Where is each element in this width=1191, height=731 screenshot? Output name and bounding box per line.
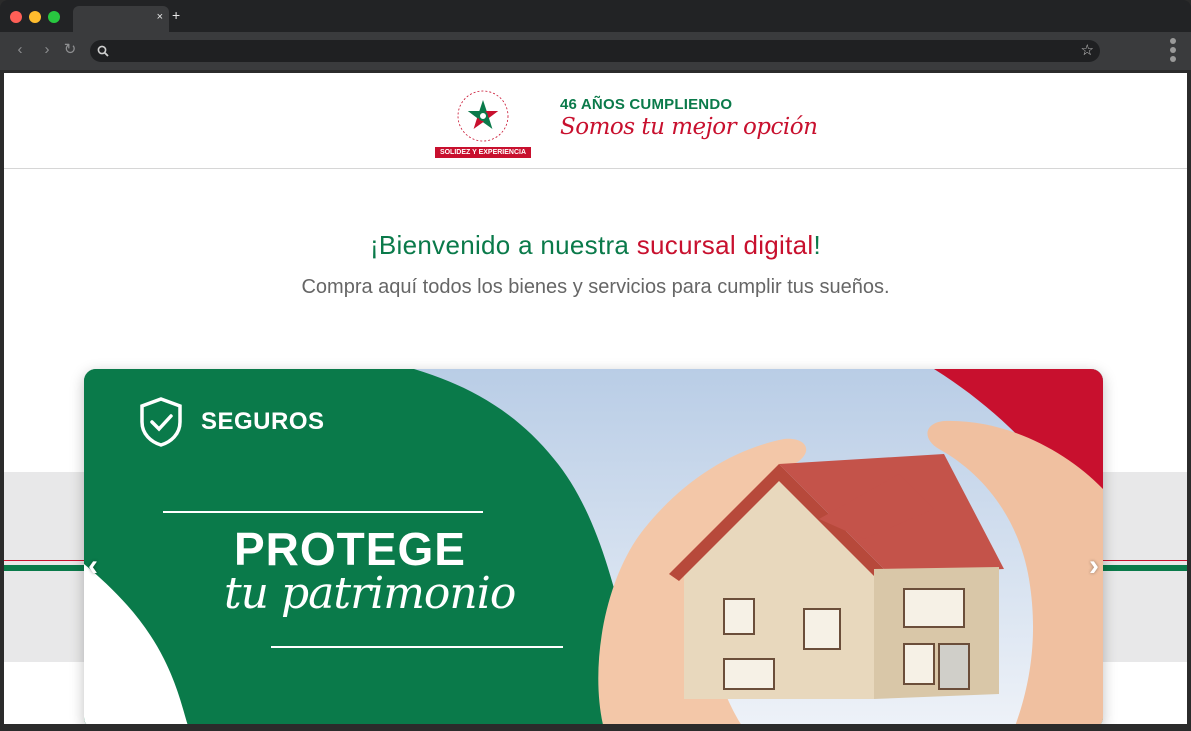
banner-headline-script: tu patrimonio — [224, 568, 516, 619]
menu-dot-icon — [1170, 38, 1176, 44]
anniversary-tagline: 46 AÑOS CUMPLIENDO — [560, 96, 733, 113]
page-viewport: SOLIDEZ Y EXPERIENCIA 46 AÑOS CUMPLIENDO… — [4, 73, 1187, 724]
back-button[interactable]: ‹ — [10, 40, 30, 60]
welcome-suffix: ! — [813, 230, 822, 260]
shield-check-icon — [140, 397, 182, 447]
reload-button[interactable]: ↻ — [60, 40, 80, 60]
browser-toolbar: ‹ › ↻ ☆ — [0, 32, 1191, 70]
hero-carousel[interactable]: SEGUROS PROTEGE tu patrimonio ‹ › — [84, 369, 1103, 724]
welcome-heading: ¡Bienvenido a nuestra sucursal digital! — [4, 230, 1187, 261]
menu-dot-icon — [1170, 47, 1176, 53]
minimize-window-button[interactable] — [29, 11, 41, 23]
forward-button[interactable]: › — [37, 40, 57, 60]
bookmark-star-icon[interactable]: ☆ — [1081, 41, 1094, 61]
browser-menu-button[interactable] — [1169, 36, 1177, 64]
welcome-subtitle: Compra aquí todos los bienes y servicios… — [301, 276, 890, 298]
new-tab-button[interactable]: + — [172, 7, 180, 23]
tab-strip: × + — [0, 0, 1191, 32]
search-icon — [97, 45, 109, 57]
address-bar[interactable]: ☆ — [90, 40, 1100, 62]
carousel-next-button[interactable]: › — [1089, 551, 1099, 581]
slogan-script: Somos tu mejor opción — [560, 114, 818, 140]
site-header: SOLIDEZ Y EXPERIENCIA 46 AÑOS CUMPLIENDO… — [4, 73, 1187, 169]
divider-line — [163, 511, 483, 513]
banner-category: SEGUROS — [201, 408, 325, 435]
browser-tab[interactable]: × — [73, 6, 169, 32]
divider-line — [271, 646, 563, 648]
welcome-accent: sucursal digital — [636, 230, 814, 260]
menu-dot-icon — [1170, 56, 1176, 62]
logo-badge: SOLIDEZ Y EXPERIENCIA — [435, 147, 531, 158]
close-window-button[interactable] — [10, 11, 22, 23]
browser-window: × + ‹ › ↻ ☆ SOLIDEZ Y EXPERIENCIA 46 AÑO… — [0, 0, 1191, 731]
maximize-window-button[interactable] — [48, 11, 60, 23]
welcome-prefix: ¡Bienvenido a nuestra — [369, 230, 637, 260]
tab-close-icon[interactable]: × — [157, 10, 163, 24]
carousel-prev-button[interactable]: ‹ — [88, 551, 98, 581]
